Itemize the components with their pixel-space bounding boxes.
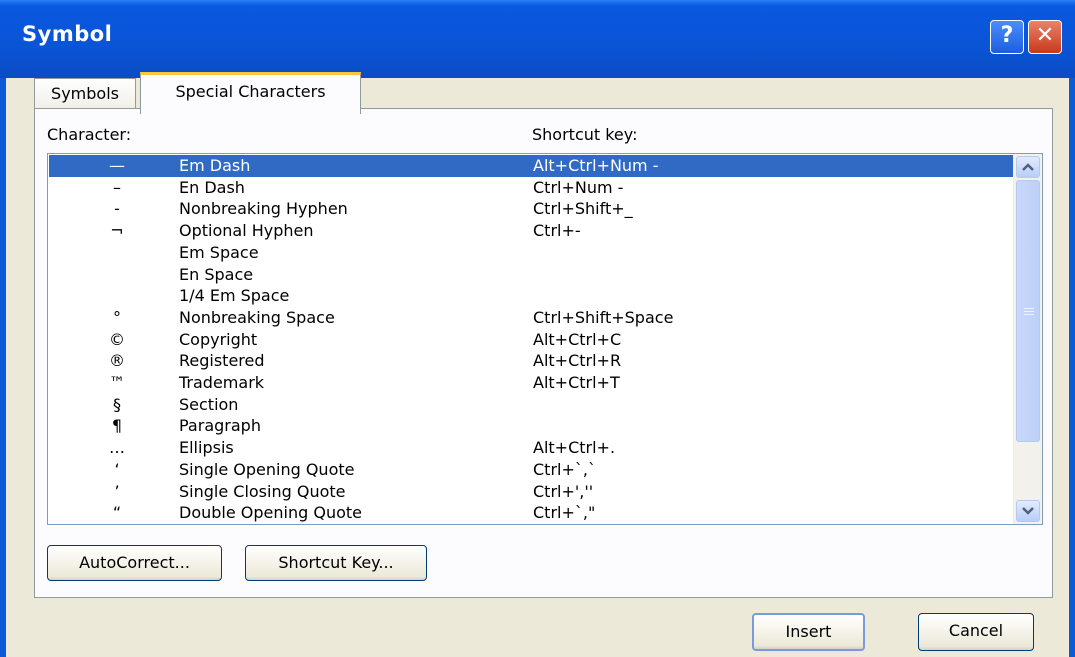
list-item[interactable]: - Nonbreaking Hyphen Ctrl+Shift+_ xyxy=(49,198,1015,220)
character-name: En Space xyxy=(179,264,254,284)
character-glyph: … xyxy=(109,438,125,458)
character-glyph: ¶ xyxy=(111,416,123,436)
help-icon: ? xyxy=(1000,23,1014,48)
chevron-down-icon xyxy=(1022,507,1034,515)
list-item[interactable]: ’ Single Closing Quote Ctrl+','' xyxy=(49,481,1015,503)
list-item[interactable]: “ Double Opening Quote Ctrl+`," xyxy=(49,502,1015,524)
chevron-up-icon xyxy=(1022,163,1034,171)
shortcut-column-header: Shortcut key: xyxy=(532,125,638,144)
autocorrect-button-label: AutoCorrect... xyxy=(79,553,190,572)
list-item[interactable]: Em Space xyxy=(49,242,1015,264)
scroll-up-button[interactable] xyxy=(1016,156,1040,178)
shortcut-key-button-label: Shortcut Key... xyxy=(278,553,394,572)
autocorrect-button[interactable]: AutoCorrect... xyxy=(47,545,222,581)
character-name: Optional Hyphen xyxy=(179,221,314,241)
list-item[interactable]: ¶ Paragraph xyxy=(49,415,1015,437)
shortcut-key: Alt+Ctrl+Num - xyxy=(533,156,659,175)
character-name: Single Closing Quote xyxy=(179,481,346,501)
shortcut-key: Ctrl+','' xyxy=(533,481,594,501)
character-name: Double Opening Quote xyxy=(179,503,362,523)
shortcut-key: Ctrl+Shift+Space xyxy=(533,307,674,327)
character-name: Trademark xyxy=(179,373,265,392)
character-name: Paragraph xyxy=(179,416,261,436)
character-glyph: ¬ xyxy=(110,221,124,241)
scroll-down-button[interactable] xyxy=(1016,500,1040,522)
character-name: Section xyxy=(179,394,239,414)
tab-symbols-label: Symbols xyxy=(51,84,119,103)
list-item[interactable]: ‘ Single Opening Quote Ctrl+`,` xyxy=(49,459,1015,481)
dialog-title: Symbol xyxy=(22,22,113,46)
character-glyph: “ xyxy=(112,503,122,523)
vertical-scrollbar[interactable] xyxy=(1013,154,1042,524)
shortcut-key: Alt+Ctrl+R xyxy=(533,351,622,371)
character-glyph: ‘ xyxy=(114,459,120,479)
list-item[interactable]: 1/4 Em Space xyxy=(49,285,1015,307)
character-glyph: § xyxy=(113,394,121,414)
character-name: Ellipsis xyxy=(179,438,234,458)
list-item[interactable]: – En Dash Ctrl+Num - xyxy=(49,177,1015,199)
character-glyph: — xyxy=(109,156,125,175)
special-characters-list[interactable]: “ Double Opening Quote Ctrl+`," ’ Single Clo… xyxy=(47,153,1043,525)
list-item[interactable]: … Ellipsis Alt+Ctrl+. xyxy=(49,437,1015,459)
close-button[interactable]: ✕ xyxy=(1028,20,1062,54)
list-item[interactable]: ® Registered Alt+Ctrl+R xyxy=(49,350,1015,372)
character-glyph: - xyxy=(114,199,120,219)
character-name: Copyright xyxy=(179,329,258,349)
cancel-button[interactable]: Cancel xyxy=(918,613,1034,651)
tab-special-characters[interactable]: Special Characters xyxy=(140,72,361,114)
character-column-header: Character: xyxy=(47,125,132,144)
tab-symbols[interactable]: Symbols xyxy=(34,78,136,110)
character-name: Em Space xyxy=(179,242,259,262)
list-item[interactable]: En Space xyxy=(49,264,1015,286)
help-button[interactable]: ? xyxy=(990,20,1024,54)
list-item[interactable]: © Copyright Alt+Ctrl+C xyxy=(49,329,1015,351)
shortcut-key: Alt+Ctrl+C xyxy=(533,329,622,349)
character-name: Nonbreaking Space xyxy=(179,307,335,327)
character-name: Registered xyxy=(179,351,265,371)
cancel-button-label: Cancel xyxy=(948,621,1004,640)
shortcut-key: Ctrl+`,` xyxy=(533,459,596,479)
character-name: En Dash xyxy=(179,177,245,197)
character-glyph: ™ xyxy=(109,373,125,392)
character-glyph: ° xyxy=(113,307,121,327)
list-item[interactable]: ¬ Optional Hyphen Ctrl+- xyxy=(49,220,1015,242)
character-name: Single Opening Quote xyxy=(179,459,355,479)
shortcut-key: Ctrl+- xyxy=(533,221,581,241)
list-item[interactable]: ° Nonbreaking Space Ctrl+Shift+Space xyxy=(49,307,1015,329)
insert-button-label: Insert xyxy=(785,622,832,641)
list-item[interactable]: § Section xyxy=(49,394,1015,416)
shortcut-key: Alt+Ctrl+. xyxy=(533,438,616,458)
shortcut-key: Ctrl+`," xyxy=(533,503,596,523)
special-characters-panel: Character: Shortcut key: “ Double Opening… xyxy=(34,108,1053,598)
title-bar[interactable]: Symbol ? ✕ xyxy=(0,0,1075,78)
list-item[interactable]: — Em Dash Alt+Ctrl+Num - xyxy=(49,155,1015,177)
tab-special-characters-label: Special Characters xyxy=(175,82,326,101)
character-glyph: ’ xyxy=(114,481,120,501)
character-glyph: ® xyxy=(109,351,125,371)
character-name: 1/4 Em Space xyxy=(179,286,290,306)
shortcut-key: Ctrl+Num - xyxy=(533,177,624,197)
character-glyph: © xyxy=(109,329,125,349)
insert-button[interactable]: Insert xyxy=(752,613,865,651)
shortcut-key: Ctrl+Shift+_ xyxy=(533,199,633,219)
list-item[interactable]: ™ Trademark Alt+Ctrl+T xyxy=(49,372,1015,394)
character-name: Nonbreaking Hyphen xyxy=(179,199,348,219)
scroll-thumb[interactable] xyxy=(1016,180,1040,442)
symbol-dialog: Symbol ? ✕ Symbols Special Characters Ch… xyxy=(0,0,1075,657)
character-name: Em Dash xyxy=(179,156,251,175)
shortcut-key-button[interactable]: Shortcut Key... xyxy=(245,545,427,581)
shortcut-key: Alt+Ctrl+T xyxy=(533,373,620,392)
character-glyph: – xyxy=(113,177,121,197)
dialog-body: Symbols Special Characters Character: Sh… xyxy=(6,72,1069,657)
close-icon: ✕ xyxy=(1035,23,1055,48)
